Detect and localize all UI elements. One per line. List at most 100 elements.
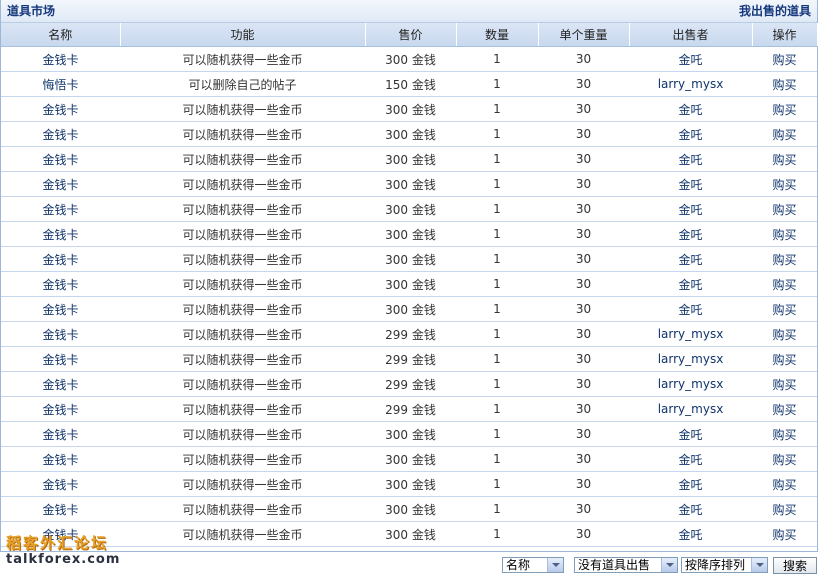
item-price: 300 金钱 [365, 46, 456, 72]
buy-button[interactable]: 购买 [752, 496, 817, 522]
buy-button[interactable]: 购买 [752, 471, 817, 497]
item-name[interactable]: 金钱卡 [1, 146, 120, 172]
buy-button[interactable]: 购买 [752, 396, 817, 422]
item-weight: 30 [538, 321, 629, 347]
table-row: 金钱卡 可以随机获得一些金币 299 金钱 1 30 larry_mysx 购买 [1, 321, 817, 347]
item-name[interactable]: 金钱卡 [1, 471, 120, 497]
item-price: 150 金钱 [365, 71, 456, 97]
buy-button[interactable]: 购买 [752, 421, 817, 447]
item-quantity: 1 [456, 496, 538, 522]
col-header-weight[interactable]: 单个重量 [538, 23, 630, 47]
item-weight: 30 [538, 46, 629, 72]
buy-button[interactable]: 购买 [752, 196, 817, 222]
buy-button[interactable]: 购买 [752, 296, 817, 322]
item-name[interactable]: 金钱卡 [1, 46, 120, 72]
item-price: 300 金钱 [365, 521, 456, 547]
item-seller[interactable]: 金吒 [629, 271, 752, 297]
table-row: 金钱卡 可以随机获得一些金币 300 金钱 1 30 金吒 购买 [1, 446, 817, 472]
buy-button[interactable]: 购买 [752, 246, 817, 272]
item-price: 300 金钱 [365, 96, 456, 122]
col-header-quantity[interactable]: 数量 [456, 23, 539, 47]
item-price: 300 金钱 [365, 496, 456, 522]
buy-button[interactable]: 购买 [752, 321, 817, 347]
buy-button[interactable]: 购买 [752, 46, 817, 72]
item-name[interactable]: 金钱卡 [1, 446, 120, 472]
buy-button[interactable]: 购买 [752, 446, 817, 472]
items-table-body: 金钱卡 可以随机获得一些金币 300 金钱 1 30 金吒 购买 悔悟卡 可以删除自己的帖子 15… [1, 46, 817, 547]
col-header-seller[interactable]: 出售者 [629, 23, 753, 47]
search-button[interactable]: 搜索 [773, 557, 817, 574]
item-function: 可以随机获得一些金币 [120, 121, 365, 147]
item-name[interactable]: 金钱卡 [1, 196, 120, 222]
item-name[interactable]: 金钱卡 [1, 296, 120, 322]
item-name[interactable]: 金钱卡 [1, 321, 120, 347]
buy-button[interactable]: 购买 [752, 96, 817, 122]
item-seller[interactable]: 金吒 [629, 496, 752, 522]
table-row: 金钱卡 可以随机获得一些金币 300 金钱 1 30 金吒 购买 [1, 496, 817, 522]
buy-button[interactable]: 购买 [752, 271, 817, 297]
item-seller[interactable]: 金吒 [629, 246, 752, 272]
item-function: 可以随机获得一些金币 [120, 346, 365, 372]
item-seller[interactable]: 金吒 [629, 121, 752, 147]
chevron-down-icon[interactable] [661, 558, 677, 572]
item-seller[interactable]: 金吒 [629, 446, 752, 472]
item-seller[interactable]: larry_mysx [629, 371, 752, 397]
item-seller[interactable]: 金吒 [629, 521, 752, 547]
item-function: 可以随机获得一些金币 [120, 421, 365, 447]
col-header-name[interactable]: 名称 [1, 23, 121, 47]
buy-button[interactable]: 购买 [752, 121, 817, 147]
item-name[interactable]: 金钱卡 [1, 221, 120, 247]
col-header-price[interactable]: 售价 [365, 23, 457, 47]
item-name[interactable]: 金钱卡 [1, 421, 120, 447]
table-row: 金钱卡 可以随机获得一些金币 300 金钱 1 30 金吒 购买 [1, 421, 817, 447]
item-name[interactable]: 金钱卡 [1, 246, 120, 272]
item-seller[interactable]: 金吒 [629, 221, 752, 247]
item-function: 可以随机获得一些金币 [120, 371, 365, 397]
item-name[interactable]: 金钱卡 [1, 271, 120, 297]
item-name[interactable]: 金钱卡 [1, 121, 120, 147]
items-table: 名称 功能 售价 数量 单个重量 出售者 操作 金钱卡 可以随机获得一些金币 300… [1, 23, 818, 547]
item-seller[interactable]: 金吒 [629, 146, 752, 172]
buy-button[interactable]: 购买 [752, 146, 817, 172]
item-seller[interactable]: 金吒 [629, 46, 752, 72]
item-name[interactable]: 金钱卡 [1, 96, 120, 122]
buy-button[interactable]: 购买 [752, 346, 817, 372]
item-seller[interactable]: larry_mysx [629, 321, 752, 347]
buy-button[interactable]: 购买 [752, 221, 817, 247]
item-seller[interactable]: larry_mysx [629, 396, 752, 422]
item-name[interactable]: 金钱卡 [1, 171, 120, 197]
item-seller[interactable]: 金吒 [629, 196, 752, 222]
item-function: 可以随机获得一些金币 [120, 96, 365, 122]
item-seller[interactable]: 金吒 [629, 171, 752, 197]
chevron-down-icon[interactable] [751, 558, 767, 572]
item-seller[interactable]: 金吒 [629, 471, 752, 497]
watermark-cn: 稻客外汇论坛 [6, 534, 109, 552]
buy-button[interactable]: 购买 [752, 71, 817, 97]
sort-field-select[interactable]: 名称 [502, 557, 564, 573]
item-seller[interactable]: 金吒 [629, 296, 752, 322]
page-title: 道具市场 [7, 4, 56, 18]
buy-button[interactable]: 购买 [752, 171, 817, 197]
item-name[interactable]: 金钱卡 [1, 371, 120, 397]
item-seller[interactable]: larry_mysx [629, 71, 752, 97]
item-weight: 30 [538, 171, 629, 197]
item-name[interactable]: 悔悟卡 [1, 71, 120, 97]
item-quantity: 1 [456, 146, 538, 172]
buy-button[interactable]: 购买 [752, 521, 817, 547]
item-quantity: 1 [456, 121, 538, 147]
item-seller[interactable]: 金吒 [629, 421, 752, 447]
sale-filter-select[interactable]: 没有道具出售 [574, 557, 678, 573]
item-seller[interactable]: larry_mysx [629, 346, 752, 372]
table-row: 金钱卡 可以随机获得一些金币 299 金钱 1 30 larry_mysx 购买 [1, 371, 817, 397]
item-seller[interactable]: 金吒 [629, 96, 752, 122]
buy-button[interactable]: 购买 [752, 371, 817, 397]
col-header-function[interactable]: 功能 [120, 23, 366, 47]
chevron-down-icon[interactable] [547, 558, 563, 572]
my-sale-items-link[interactable]: 我出售的道具 [739, 0, 811, 22]
item-quantity: 1 [456, 96, 538, 122]
sort-order-select[interactable]: 按降序排列 [681, 557, 768, 573]
item-name[interactable]: 金钱卡 [1, 396, 120, 422]
item-name[interactable]: 金钱卡 [1, 496, 120, 522]
item-function: 可以随机获得一些金币 [120, 446, 365, 472]
item-name[interactable]: 金钱卡 [1, 346, 120, 372]
